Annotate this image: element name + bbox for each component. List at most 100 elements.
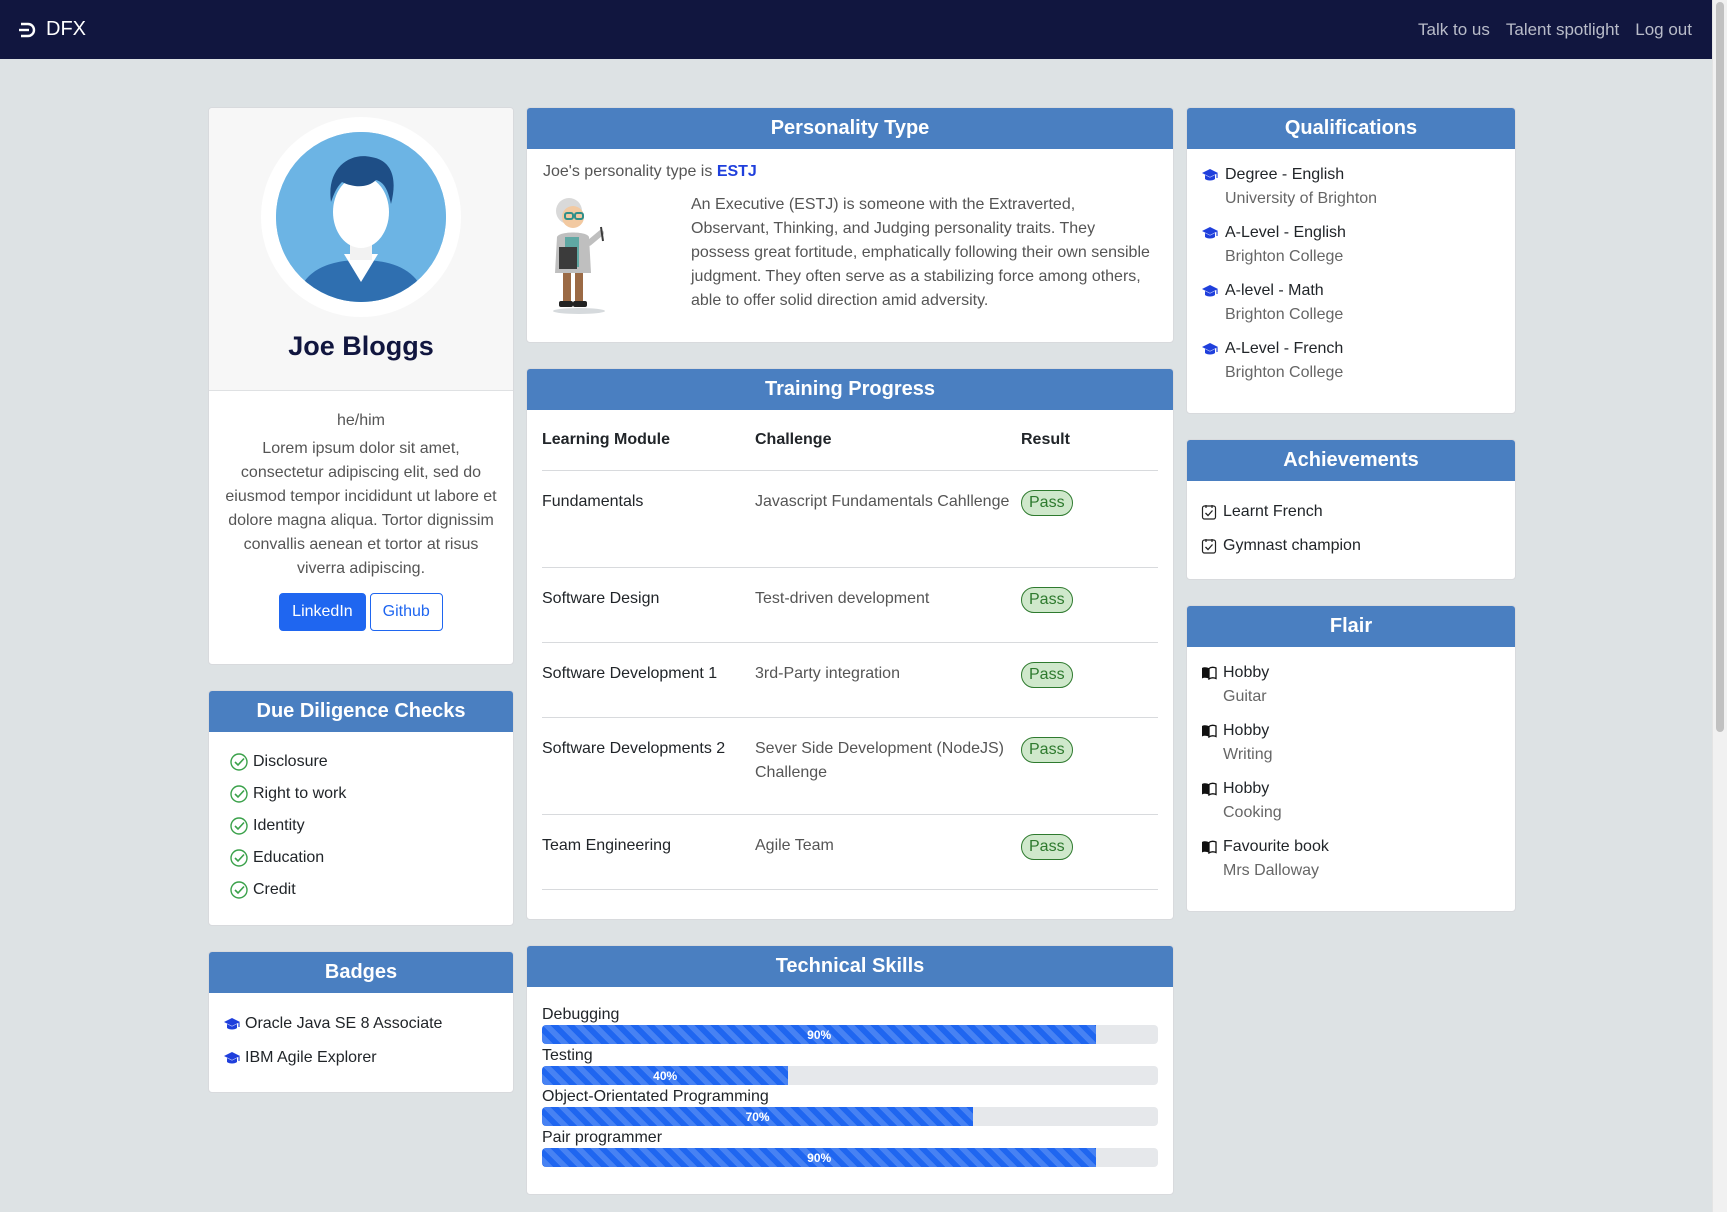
pass-badge: Pass [1021,736,1073,763]
achievement-item: Gymnast champion [1201,529,1501,563]
table-row: Software Development 1 3rd-Party integra… [542,641,1158,717]
check-item-label: Identity [253,817,305,834]
result-cell: Pass [1021,813,1158,890]
book-icon [1202,782,1217,796]
header-challenge: Challenge [755,430,832,448]
skill-name: Testing [542,1047,593,1064]
flair-item-title: Hobby [1223,722,1270,739]
challenge-cell: Agile Team [755,813,1021,890]
personality-row: An Executive (ESTJ) is someone with the … [543,193,1157,320]
qualification-title: A-level - Math [1225,282,1324,299]
pass-badge: Pass [1021,833,1073,860]
avatar-illustration [276,132,446,302]
skill-item: Pair programmer 90% [542,1128,1158,1167]
skill-progress-bar: 90% [542,1148,1097,1167]
qualifications-title: Qualifications [1187,108,1515,149]
linkedin-button[interactable]: LinkedIn [279,593,366,631]
challenge-cell: Sever Side Development (NodeJS) Challeng… [755,716,1021,814]
qualification-institution: University of Brighton [1225,190,1378,207]
qualification-item: Degree - English University of Brighton [1201,163,1501,211]
personality-description: An Executive (ESTJ) is someone with the … [691,196,1150,309]
training-table-wrap: Learning Module Challenge Result Fundame… [527,410,1173,890]
flair-item-title: Hobby [1223,664,1270,681]
check-circle-icon [230,817,248,835]
skill-progress-bar: 40% [542,1066,789,1085]
badges-card: Badges Oracle Java SE 8 Associate IBM Ag… [208,951,514,1093]
qualification-title: Degree - English [1225,166,1345,183]
qualifications-card: Qualifications Degree - English Universit… [1186,107,1516,414]
nav-link-talent-spotlight[interactable]: Talent spotlight [1506,20,1619,40]
brand-logo-link[interactable]: DFX [18,0,86,59]
book-icon [1202,666,1217,680]
check-item-identity: Identity [229,810,493,842]
check-item-credit: Credit [229,874,493,906]
nav-link-talk-to-us[interactable]: Talk to us [1418,20,1490,40]
module-cell: Software Development 1 [542,641,755,717]
brand-name: DFX [46,18,86,40]
book-icon [1202,840,1217,854]
skills-body: Debugging 90% Testing 40% Object-Orienta… [527,987,1173,1167]
pronouns: he/him [336,412,386,429]
skills-title: Technical Skills [527,946,1173,987]
skill-name: Pair programmer [542,1129,663,1146]
personality-card: Personality Type Joe's personality type … [526,107,1174,343]
badges-list: Oracle Java SE 8 Associate IBM Agile Exp… [209,993,513,1075]
due-diligence-title: Due Diligence Checks [209,691,513,732]
header-result: Result [1021,430,1070,448]
qualification-title: A-Level - English [1225,224,1346,241]
check-item-label: Right to work [253,785,347,802]
qualification-item: A-level - Math Brighton College [1201,279,1501,327]
challenge-cell: Test-driven development [755,566,1021,642]
avatar-ring [261,117,461,317]
module-cell: Team Engineering [542,813,755,890]
flair-item: Hobby Cooking [1201,777,1501,825]
profile-header: Joe Bloggs [209,108,513,391]
graduation-cap-icon [224,1018,240,1030]
skill-progress-track: 90% [542,1148,1158,1167]
profile-bio: Lorem ipsum dolor sit amet, consectetur … [225,440,497,577]
checklist-icon [1201,539,1217,554]
profile-links: LinkedIn Github [225,593,497,631]
github-button[interactable]: Github [369,593,443,631]
nav-link-log-out[interactable]: Log out [1635,20,1692,40]
skill-name: Debugging [542,1006,620,1023]
achievements-title: Achievements [1187,440,1515,481]
check-item-label: Education [253,849,325,866]
flair-item: Hobby Writing [1201,719,1501,767]
skill-progress-track: 70% [542,1107,1158,1126]
personality-type-code: ESTJ [716,163,757,180]
check-item-disclosure: Disclosure [229,746,493,778]
pass-badge: Pass [1021,586,1073,613]
module-cell: Software Developments 2 [542,716,755,814]
skill-item: Debugging 90% [542,1005,1158,1044]
pass-badge: Pass [1021,661,1073,688]
graduation-cap-icon [224,1052,240,1064]
profile-name: Joe Bloggs [288,331,434,361]
due-diligence-list: Disclosure Right to work Identity Educat… [209,732,513,906]
training-table: Learning Module Challenge Result Fundame… [542,410,1158,890]
training-title: Training Progress [527,369,1173,410]
challenge-cell: Javascript Fundamentals Cahllenge [755,469,1021,567]
qualification-item: A-Level - French Brighton College [1201,337,1501,385]
scrollbar-thumb[interactable] [1716,2,1724,732]
table-row: Fundamentals Javascript Fundamentals Cah… [542,469,1158,567]
achievement-label: Learnt French [1223,503,1323,520]
flair-list: Hobby Guitar Hobby Writing Hobby Cooking Fa… [1187,647,1515,883]
achievements-list: Learnt French Gymnast champion [1187,481,1515,563]
flair-item-value: Cooking [1223,804,1282,821]
badge-item: Oracle Java SE 8 Associate [223,1007,499,1041]
flair-item-title: Favourite book [1223,838,1329,855]
module-cell: Fundamentals [542,469,755,567]
qualification-institution: Brighton College [1225,364,1344,381]
training-header-row: Learning Module Challenge Result [542,410,1158,470]
vertical-scrollbar[interactable] [1712,0,1727,1212]
result-cell: Pass [1021,566,1158,642]
pass-badge: Pass [1021,489,1073,516]
profile-body: he/him Lorem ipsum dolor sit amet, conse… [209,391,513,631]
checklist-icon [1201,505,1217,520]
flair-title: Flair [1187,606,1515,647]
qualification-title: A-Level - French [1225,340,1344,357]
skill-progress-track: 90% [542,1025,1158,1044]
check-item-right-to-work: Right to work [229,778,493,810]
badge-label: Oracle Java SE 8 Associate [245,1015,443,1032]
